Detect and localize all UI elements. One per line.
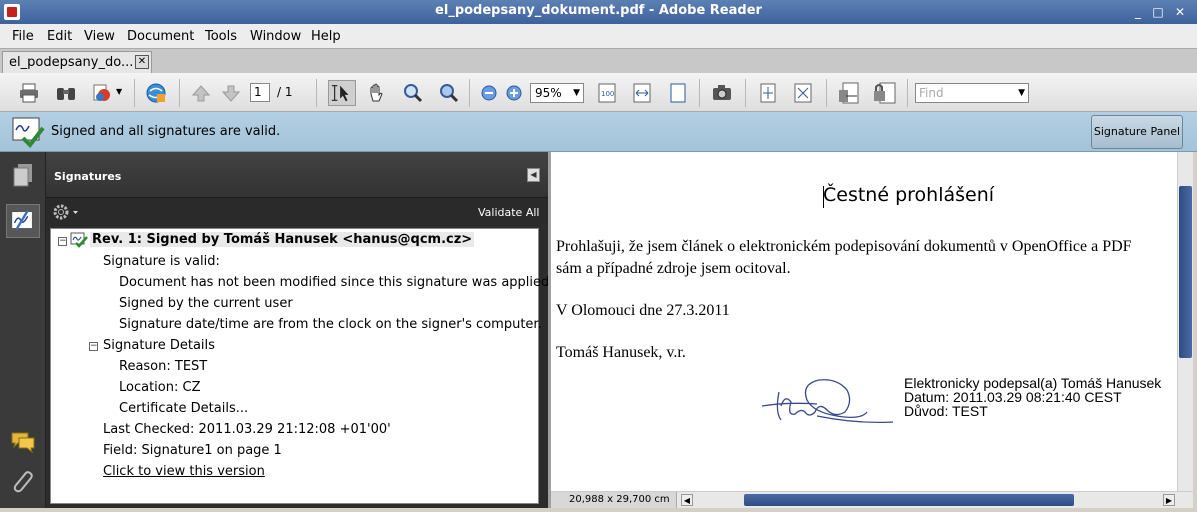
toolbar: ▼ 1 / 1 95% ▼ 100 Find ▼ (0, 73, 1197, 112)
menu-edit[interactable]: Edit (47, 29, 72, 44)
document-tab-strip: el_podepsany_do... ✕ (0, 48, 1197, 73)
select-tool-icon[interactable] (328, 80, 356, 106)
page-total: / 1 (277, 85, 293, 99)
menu-file[interactable]: File (12, 29, 34, 44)
options-gear-icon[interactable] (52, 203, 80, 221)
validity-item: Signed by the current user (119, 296, 293, 311)
signature-lock-icon[interactable] (872, 80, 898, 106)
signature-revision[interactable]: Rev. 1: Signed by Tomáš Hanusek <hanus@q… (90, 232, 475, 247)
signature-signed-by: Elektronicky podepsal(a) Tomáš Hanusek (904, 375, 1162, 391)
zoom-dropdown-icon: ▼ (573, 88, 580, 98)
create-pdf-icon[interactable] (91, 82, 113, 104)
document-tab-label: el_podepsany_do... (9, 55, 134, 70)
text-cursor (823, 186, 824, 208)
view-version-link[interactable]: Click to view this version (103, 464, 265, 479)
previous-page-icon[interactable] (190, 82, 212, 104)
detail-location: Location: CZ (119, 380, 201, 395)
zoom-select[interactable]: 95% ▼ (530, 83, 584, 103)
navigation-pane (0, 152, 46, 508)
menu-view[interactable]: View (84, 29, 115, 44)
document-place-date: V Olomouci dne 27.3.2011 (556, 302, 730, 319)
page-number-input[interactable]: 1 (250, 83, 270, 102)
search-binoculars-icon[interactable] (55, 82, 77, 104)
digital-signature-block[interactable]: Elektronicky podepsal(a) Tomáš Hanusek D… (904, 376, 1161, 418)
snapshot-icon[interactable] (711, 82, 733, 104)
document-heading: Čestné prohlášení (823, 184, 995, 206)
horizontal-scrollbar[interactable]: 20,988 x 29,700 cm ◀ ▶ (551, 491, 1193, 508)
detail-reason: Reason: TEST (119, 359, 208, 374)
collaborate-icon[interactable] (145, 82, 167, 104)
minimize-button[interactable]: _ (1130, 4, 1146, 20)
valid-signature-icon (70, 232, 88, 248)
zoom-in-icon[interactable] (503, 82, 525, 104)
signature-field: Field: Signature1 on page 1 (103, 443, 282, 458)
document-paragraph-line: Prohlašuji, že jsem článek o elektronick… (556, 238, 1132, 255)
collapse-revision-icon[interactable]: − (58, 237, 67, 246)
zoom-value: 95% (535, 86, 562, 100)
comments-icon[interactable] (6, 425, 40, 459)
next-page-icon[interactable] (220, 82, 242, 104)
handwritten-signature[interactable] (757, 372, 897, 432)
signatures-panel: Signatures ◀ Validate All − Rev. 1: Sign… (46, 152, 549, 508)
signature-status-message: Signed and all signatures are valid. (51, 124, 281, 139)
svg-text:100: 100 (601, 90, 614, 98)
print-icon[interactable] (18, 82, 40, 104)
signature-reason: Důvod: TEST (904, 403, 988, 419)
document-tab[interactable]: el_podepsany_do... ✕ (2, 51, 152, 73)
dynamic-zoom-icon[interactable] (438, 82, 460, 104)
fit-page-icon[interactable] (667, 82, 689, 104)
horizontal-scroll-thumb[interactable] (744, 494, 1074, 506)
fit-width-icon[interactable] (631, 82, 653, 104)
actual-size-icon[interactable]: 100 (596, 82, 618, 104)
hand-tool-icon[interactable] (365, 82, 387, 104)
close-window-button[interactable]: ✕ (1172, 4, 1188, 20)
close-tab-icon[interactable]: ✕ (135, 55, 149, 69)
signature-details-header[interactable]: Signature Details (103, 338, 215, 353)
maximize-button[interactable]: □ (1150, 4, 1166, 20)
marquee-zoom-icon[interactable] (402, 82, 424, 104)
certificate-details-link[interactable]: Certificate Details... (119, 401, 248, 416)
signature-panel-button[interactable]: Signature Panel (1091, 115, 1183, 149)
collapse-details-icon[interactable]: − (89, 342, 98, 351)
menu-document[interactable]: Document (127, 29, 194, 44)
menu-tools[interactable]: Tools (205, 29, 237, 44)
signature-date: Datum: 2011.03.29 08:21:40 CEST (904, 389, 1122, 405)
pages-icon[interactable] (6, 158, 40, 192)
validate-all-button[interactable]: Validate All (478, 206, 539, 219)
signature-message-bar: Signed and all signatures are valid. Sig… (0, 112, 1197, 152)
signature-tree: − Rev. 1: Signed by Tomáš Hanusek <hanus… (50, 228, 549, 504)
signatures-options-bar: Validate All (46, 198, 548, 226)
scrolling-mode-icon[interactable] (757, 82, 779, 104)
attachments-icon[interactable] (6, 465, 40, 499)
title-bar: el_podepsany_dokument.pdf - Adobe Reader… (0, 0, 1197, 24)
validity-item: Document has not been modified since thi… (119, 275, 550, 290)
document-view[interactable]: Čestné prohlášení Prohlašuji, že jsem čl… (551, 152, 1177, 491)
window-title: el_podepsany_dokument.pdf - Adobe Reader (435, 3, 762, 18)
sign-icon[interactable] (837, 80, 863, 106)
collapse-panel-icon[interactable]: ◀ (527, 168, 540, 182)
signatures-panel-header: Signatures ◀ (46, 152, 548, 198)
validity-item: Signature date/time are from the clock o… (119, 317, 542, 332)
find-input[interactable]: Find ▼ (915, 83, 1029, 103)
vertical-scrollbar[interactable] (1177, 152, 1193, 491)
menu-help[interactable]: Help (311, 29, 341, 44)
signature-valid-icon (12, 117, 45, 148)
find-placeholder: Find (919, 86, 944, 100)
menu-bar: File Edit View Document Tools Window Hel… (0, 24, 1197, 48)
vertical-scroll-thumb[interactable] (1179, 186, 1192, 358)
find-dropdown-icon[interactable]: ▼ (1018, 84, 1025, 102)
page-size-readout: 20,988 x 29,700 cm (551, 492, 677, 508)
create-pdf-dropdown-icon[interactable]: ▼ (116, 87, 122, 96)
scroll-left-icon[interactable]: ◀ (681, 494, 693, 506)
full-screen-icon[interactable] (792, 82, 814, 104)
zoom-out-icon[interactable] (478, 82, 500, 104)
document-signer-name: Tomáš Hanusek, v.r. (556, 344, 686, 361)
last-checked: Last Checked: 2011.03.29 21:12:08 +01'00… (103, 422, 391, 437)
menu-window[interactable]: Window (250, 29, 301, 44)
signature-valid-header[interactable]: Signature is valid: (103, 254, 220, 269)
scroll-right-icon[interactable]: ▶ (1163, 494, 1175, 506)
document-paragraph-line: sám a případné zdroje jsem ocitoval. (556, 260, 791, 277)
signatures-nav-icon[interactable] (6, 204, 40, 238)
signatures-panel-title: Signatures (54, 170, 122, 183)
